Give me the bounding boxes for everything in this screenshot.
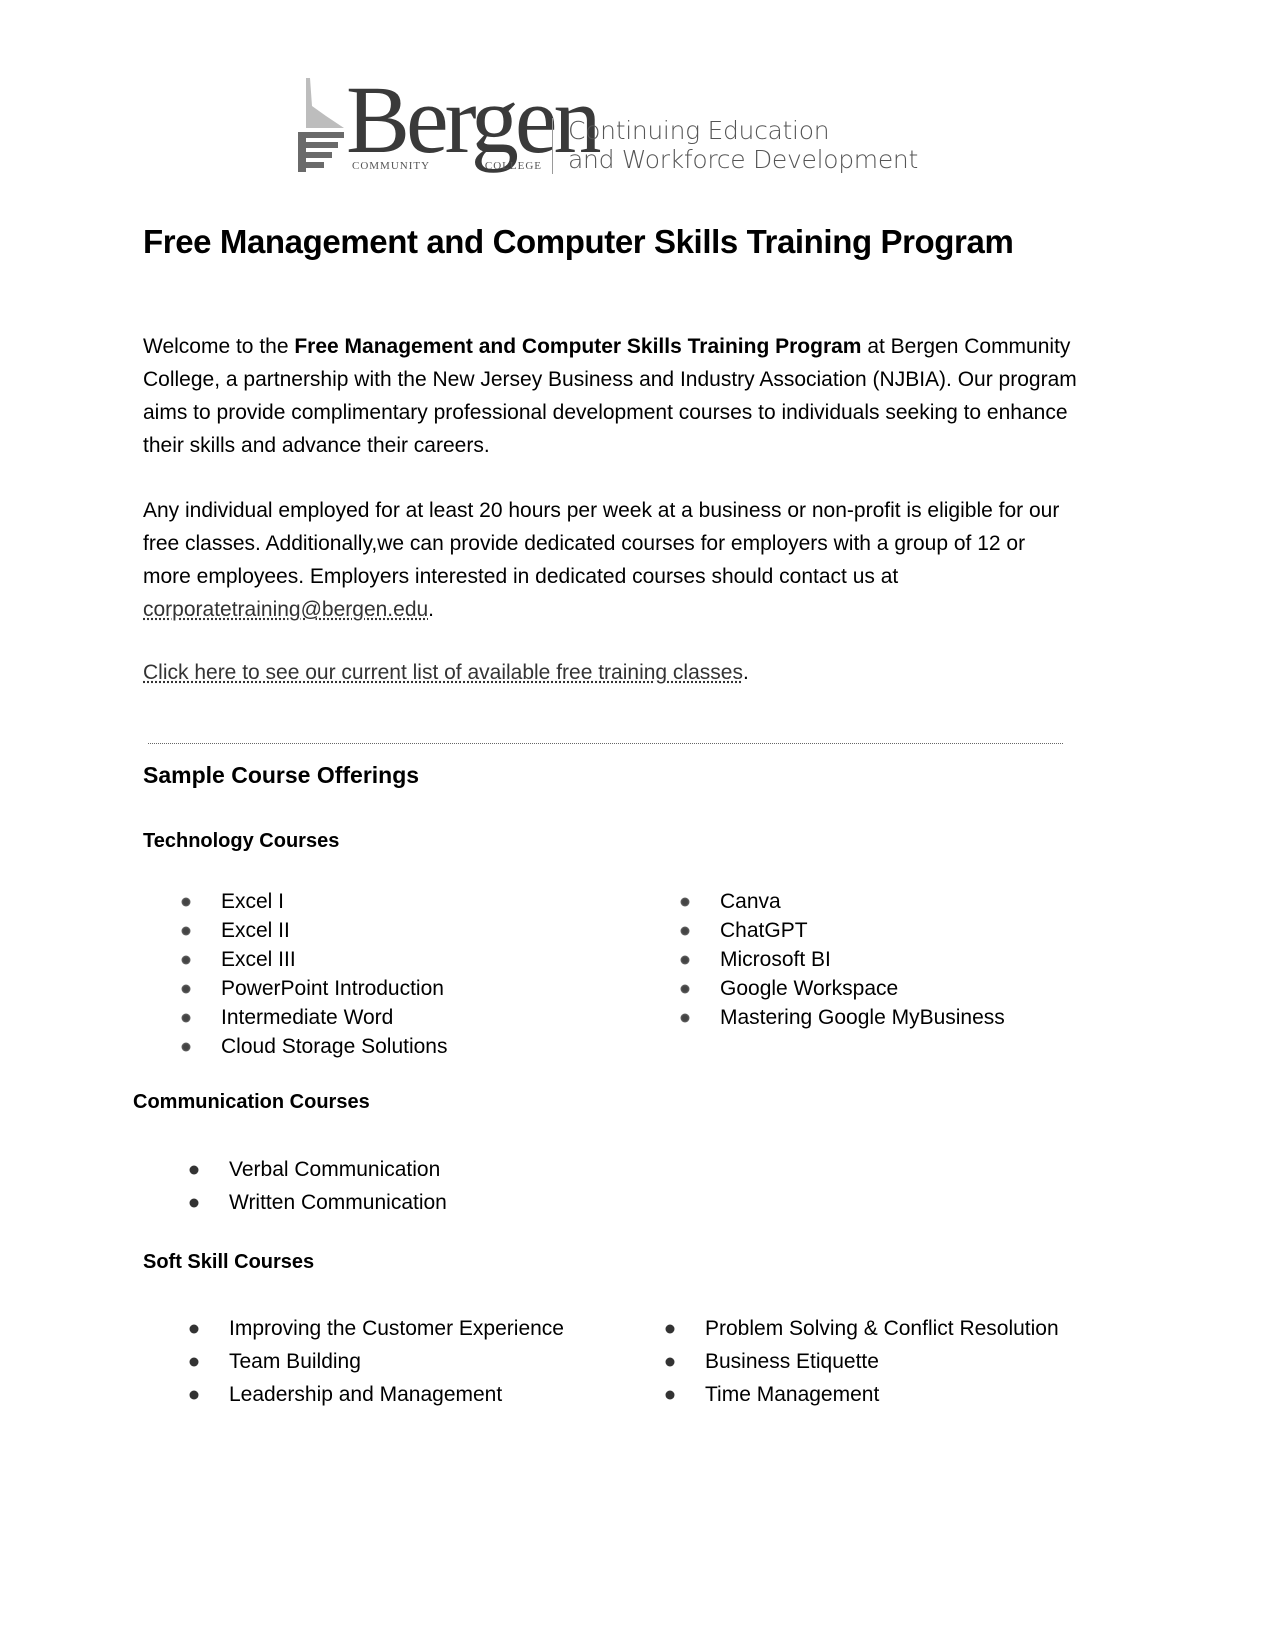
course-name: Excel III <box>221 948 296 971</box>
eligibility-text: Any individual employed for at least 20 … <box>143 499 1060 588</box>
course-name: ChatGPT <box>720 919 808 942</box>
technology-list-left: Excel I Excel II Excel III PowerPoint In… <box>181 887 448 1061</box>
course-name: Team Building <box>229 1350 361 1373</box>
list-item: Team Building <box>189 1345 564 1378</box>
course-name: Intermediate Word <box>221 1006 394 1029</box>
list-item: Cloud Storage Solutions <box>181 1032 448 1061</box>
bullet-icon <box>181 897 191 906</box>
list-item: Intermediate Word <box>181 1003 447 1032</box>
eligibility-paragraph: Any individual employed for at least 20 … <box>143 494 1078 626</box>
bullet-icon <box>680 1013 690 1022</box>
communication-list: Verbal Communication Written Communicati… <box>189 1153 447 1219</box>
list-item: PowerPoint Introduction <box>181 974 447 1003</box>
torch-icon <box>298 78 344 172</box>
course-name: Cloud Storage Solutions <box>221 1035 448 1058</box>
bullet-icon <box>189 1165 199 1174</box>
course-name: Microsoft BI <box>720 948 831 971</box>
department-line-2: and Workforce Development <box>568 145 918 174</box>
page-title: Free Management and Computer Skills Trai… <box>143 223 1014 260</box>
course-name: Problem Solving & Conflict Resolution <box>705 1317 1059 1340</box>
list-item: Improving the Customer Experience <box>189 1312 564 1345</box>
soft-skills-heading: Soft Skill Courses <box>143 1251 315 1273</box>
course-name: Written Communication <box>229 1191 447 1214</box>
course-name: Leadership and Management <box>229 1383 503 1406</box>
classes-link-end: . <box>742 661 749 684</box>
course-name: Improving the Customer Experience <box>229 1317 564 1340</box>
list-item: Leadership and Management <box>189 1378 564 1411</box>
list-item: Time Management <box>665 1378 1059 1411</box>
bullet-icon <box>181 1013 191 1022</box>
list-item: Verbal Communication <box>189 1153 447 1186</box>
department-line-1: Continuing Education <box>568 116 830 145</box>
bullet-icon <box>665 1324 675 1333</box>
section-divider <box>148 743 1063 744</box>
list-item: Excel II <box>181 916 447 945</box>
course-name: Google Workspace <box>720 977 899 1000</box>
bergen-logo: Bergen COMMUNITY COLLEGE Continuing Educ… <box>296 72 926 180</box>
bullet-icon <box>680 984 690 993</box>
communication-heading: Communication Courses <box>133 1091 370 1113</box>
bullet-icon <box>665 1390 675 1399</box>
list-item: Excel I <box>181 887 447 916</box>
bullet-icon <box>680 926 690 935</box>
classes-list-link[interactable]: Click here to see our current list of av… <box>143 661 743 684</box>
course-name: Verbal Communication <box>229 1158 441 1181</box>
course-name: Excel II <box>221 919 290 942</box>
course-name: Mastering Google MyBusiness <box>720 1006 1005 1029</box>
course-name: Canva <box>720 890 781 913</box>
bullet-icon <box>181 984 191 993</box>
technology-heading: Technology Courses <box>143 830 340 852</box>
list-item: Written Communication <box>189 1186 447 1219</box>
list-item: Excel III <box>181 945 447 974</box>
bullet-icon <box>189 1357 199 1366</box>
bullet-icon <box>181 955 191 964</box>
technology-list-right: Canva ChatGPT Microsoft BI Google Worksp… <box>680 887 1005 1032</box>
logo-sub-right: COLLEGE <box>484 160 542 172</box>
soft-skills-list-left: Improving the Customer Experience Team B… <box>189 1312 564 1411</box>
bullet-icon <box>665 1357 675 1366</box>
logo-wordmark: Bergen <box>346 66 601 173</box>
eligibility-end: . <box>428 598 435 621</box>
logo-subtitle: COMMUNITY COLLEGE <box>352 160 542 172</box>
bullet-icon <box>189 1324 199 1333</box>
bullet-icon <box>181 1042 191 1051</box>
bullet-icon <box>189 1390 199 1399</box>
course-name: Excel I <box>221 890 285 913</box>
course-name: Business Etiquette <box>705 1350 879 1373</box>
sample-offerings-heading: Sample Course Offerings <box>143 762 420 788</box>
bullet-icon <box>181 926 191 935</box>
list-item: Problem Solving & Conflict Resolution <box>665 1312 1059 1345</box>
program-name: Free Management and Computer Skills Trai… <box>294 335 862 358</box>
bullet-icon <box>189 1198 199 1207</box>
course-name: Time Management <box>705 1383 880 1406</box>
course-name: PowerPoint Introduction <box>221 977 444 1000</box>
logo-divider <box>552 118 553 174</box>
soft-skills-list-right: Problem Solving & Conflict Resolution Bu… <box>665 1312 1059 1411</box>
list-item: Microsoft BI <box>680 945 1005 974</box>
list-item: ChatGPT <box>680 916 1005 945</box>
logo-sub-left: COMMUNITY <box>352 160 431 172</box>
list-item: Google Workspace <box>680 974 1005 1003</box>
list-item: Business Etiquette <box>665 1345 1059 1378</box>
intro-paragraph: Welcome to the Free Management and Compu… <box>143 330 1078 462</box>
intro-prefix: Welcome to the <box>143 335 295 358</box>
department-name: Continuing Education and Workforce Devel… <box>568 116 918 174</box>
classes-paragraph: Click here to see our current list of av… <box>143 656 1078 689</box>
bullet-icon <box>680 897 690 906</box>
email-link[interactable]: corporatetraining@bergen.edu <box>143 598 428 621</box>
list-item: Mastering Google MyBusiness <box>680 1003 1005 1032</box>
bullet-icon <box>680 955 690 964</box>
list-item: Canva <box>680 887 1005 916</box>
